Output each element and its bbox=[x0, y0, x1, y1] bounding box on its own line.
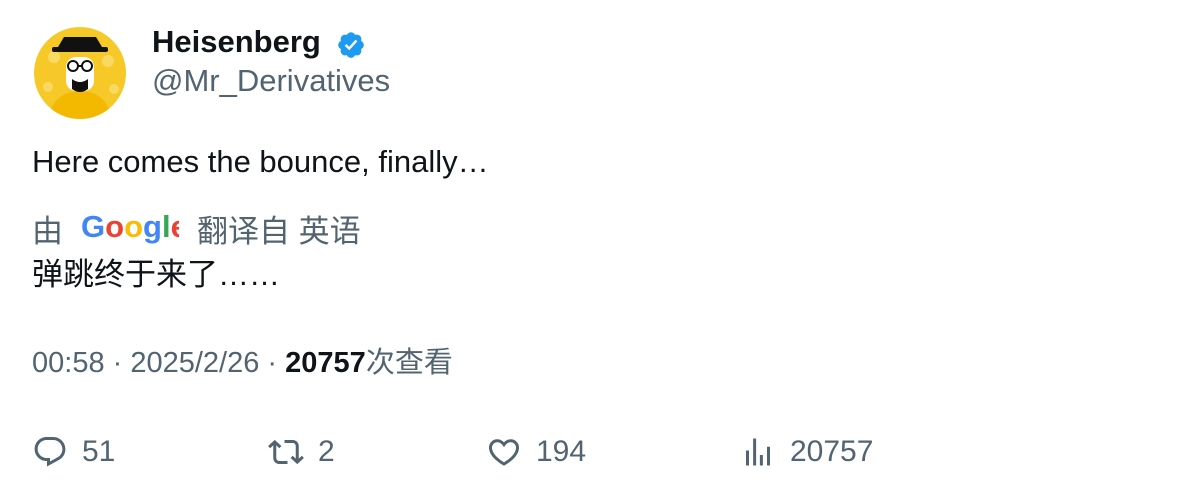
views-label: 次查看 bbox=[365, 347, 453, 379]
like-button[interactable]: 194 bbox=[486, 432, 586, 472]
meta-separator: · bbox=[259, 347, 286, 379]
verified-badge-icon[interactable] bbox=[336, 30, 366, 60]
reply-icon bbox=[34, 437, 66, 467]
translation-suffix: 翻译自 英语 bbox=[197, 213, 361, 249]
views-count: 20757 bbox=[285, 347, 366, 379]
like-count: 194 bbox=[536, 435, 587, 468]
translation-attribution[interactable]: 由 Google 翻译自 英语 bbox=[32, 208, 361, 249]
heart-icon bbox=[488, 439, 520, 466]
reply-button[interactable]: 51 bbox=[32, 432, 115, 472]
tweet-time[interactable]: 00:58 bbox=[32, 347, 105, 379]
display-name[interactable]: Heisenberg bbox=[152, 24, 321, 60]
user-handle[interactable]: @Mr_Derivatives bbox=[152, 63, 390, 99]
svg-text:Google: Google bbox=[81, 211, 179, 244]
analytics-icon bbox=[746, 438, 770, 466]
retweet-button[interactable]: 2 bbox=[268, 432, 335, 472]
google-logo-icon: Google bbox=[81, 211, 179, 244]
views-action-count: 20757 bbox=[790, 435, 874, 468]
reply-count: 51 bbox=[82, 435, 116, 468]
tweet-text: Here comes the bounce, finally… bbox=[32, 144, 489, 179]
avatar[interactable] bbox=[34, 27, 126, 119]
retweet-count: 2 bbox=[318, 435, 335, 468]
views-button[interactable]: 20757 bbox=[740, 432, 873, 472]
tweet-date[interactable]: 2025/2/26 bbox=[130, 347, 259, 379]
retweet-icon bbox=[268, 439, 304, 465]
translation-text: 弹跳终于来了…… bbox=[32, 257, 280, 292]
translation-prefix: 由 bbox=[32, 213, 63, 249]
meta-separator: · bbox=[104, 347, 131, 379]
tweet-meta: 00:58 · 2025/2/26 · 20757次查看 bbox=[32, 345, 453, 381]
heisenberg-avatar-icon bbox=[34, 27, 126, 119]
